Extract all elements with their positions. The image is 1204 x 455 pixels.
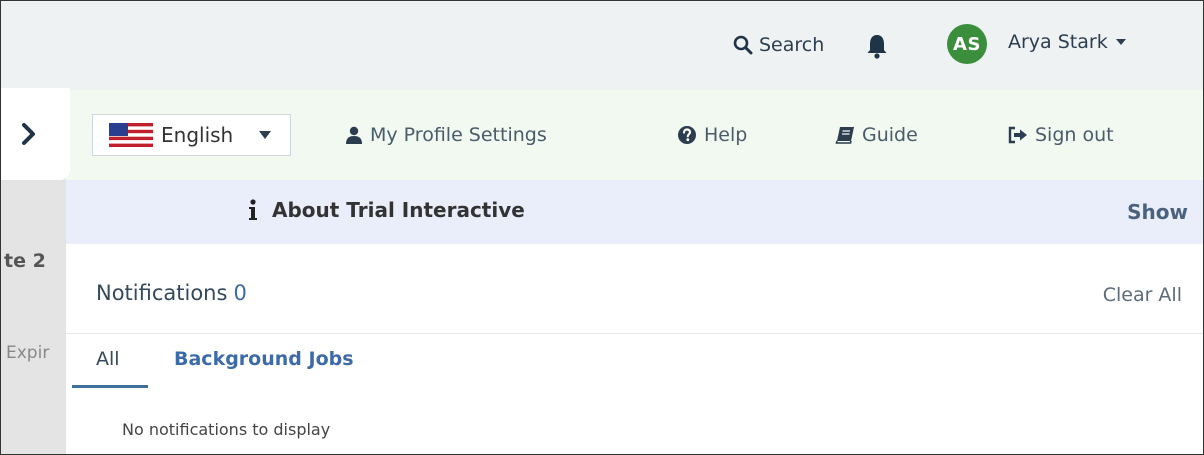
- top-header: Search AS Arya Stark: [0, 0, 1204, 90]
- background-page-text: Expir: [6, 343, 50, 363]
- divider: [66, 333, 1204, 334]
- user-menu-panel: English My Profile Settings Help Guide S…: [66, 90, 1204, 455]
- sign-out-label: Sign out: [1035, 124, 1114, 146]
- clear-all-button[interactable]: Clear All: [1103, 284, 1182, 306]
- search-label: Search: [759, 34, 825, 56]
- avatar[interactable]: AS: [947, 24, 987, 64]
- sign-out-link[interactable]: Sign out: [1008, 120, 1114, 150]
- sign-out-icon: [1008, 126, 1027, 144]
- guide-label: Guide: [862, 124, 918, 146]
- about-title: About Trial Interactive: [248, 198, 525, 222]
- chevron-down-icon: [1115, 39, 1126, 45]
- expand-panel-button[interactable]: [0, 88, 70, 180]
- my-profile-settings-label: My Profile Settings: [370, 124, 547, 146]
- question-circle-icon: [678, 126, 696, 144]
- notifications-title: Notifications 0: [96, 281, 247, 305]
- chevron-right-icon: [22, 123, 35, 145]
- tab-background-jobs[interactable]: Background Jobs: [148, 348, 378, 388]
- user-menu[interactable]: Arya Stark: [1008, 31, 1126, 53]
- user-icon: [346, 126, 362, 144]
- my-profile-settings-link[interactable]: My Profile Settings: [345, 120, 547, 150]
- book-icon: [835, 127, 854, 144]
- help-link[interactable]: Help: [677, 120, 747, 150]
- language-label: English: [161, 123, 234, 147]
- user-menu-row: English My Profile Settings Help Guide S…: [66, 90, 1204, 180]
- help-label: Help: [704, 124, 748, 146]
- info-icon: [249, 199, 257, 220]
- background-page-text: te 2: [4, 250, 46, 272]
- notifications-title-label: Notifications: [96, 281, 228, 305]
- notifications-count: 0: [233, 281, 247, 305]
- user-name: Arya Stark: [1008, 31, 1108, 53]
- search-icon: [733, 35, 753, 55]
- bell-icon[interactable]: [866, 33, 888, 59]
- empty-notifications-message: No notifications to display: [122, 420, 331, 439]
- tab-all[interactable]: All: [72, 348, 148, 388]
- search-button[interactable]: Search: [733, 30, 824, 60]
- chevron-down-icon: [259, 131, 272, 139]
- us-flag-icon: [109, 123, 153, 147]
- about-title-label: About Trial Interactive: [272, 198, 525, 222]
- about-section-header[interactable]: About Trial Interactive Show: [66, 180, 1204, 244]
- language-select[interactable]: English: [92, 114, 291, 156]
- guide-link[interactable]: Guide: [835, 120, 918, 150]
- notification-tabs: All Background Jobs: [72, 348, 378, 388]
- about-show-toggle[interactable]: Show: [1127, 200, 1188, 224]
